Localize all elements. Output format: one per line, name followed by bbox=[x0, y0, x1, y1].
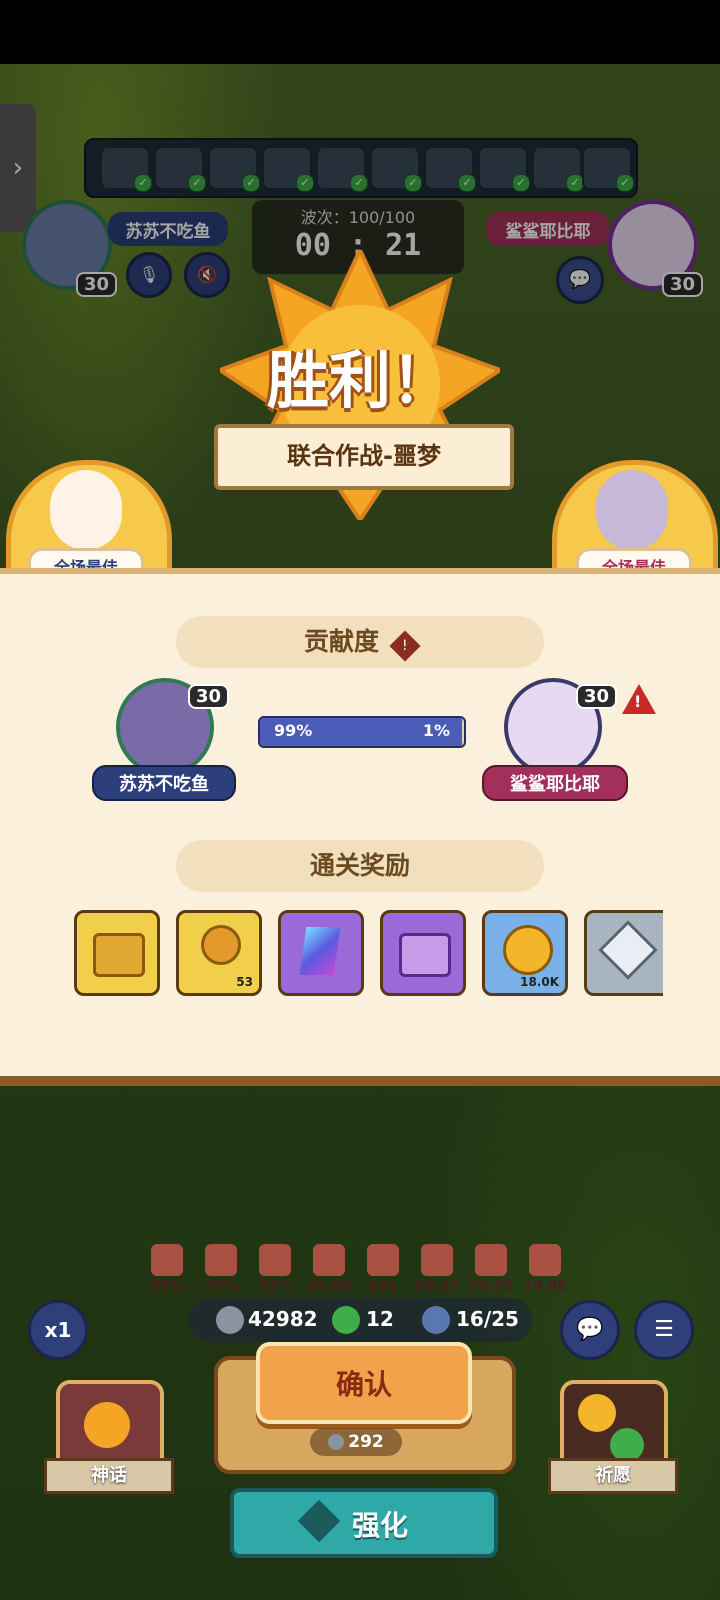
stat-value: 73.75 bbox=[469, 1278, 514, 1294]
upgrade-label: 强化 bbox=[352, 1509, 409, 1542]
reward-crystal[interactable] bbox=[278, 910, 364, 996]
contrib-left-name: 苏苏不吃鱼 bbox=[92, 765, 236, 801]
stat-value: 221 bbox=[368, 1278, 398, 1294]
reward-key[interactable]: 53 bbox=[176, 910, 262, 996]
contribution-header: 贡献度 ! bbox=[176, 616, 544, 668]
upgrade-button[interactable]: 强化 bbox=[230, 1488, 498, 1558]
stat-value: 20.62 bbox=[307, 1278, 352, 1294]
essence-icon bbox=[598, 920, 658, 980]
contribution-bar: 99% 1% bbox=[258, 716, 466, 748]
mvp-left-character bbox=[50, 470, 122, 550]
silver-count: 42982 bbox=[248, 1307, 318, 1331]
silver-coin-icon bbox=[328, 1434, 345, 1450]
reward-gold-chest[interactable] bbox=[74, 910, 160, 996]
sword-icon bbox=[367, 1244, 399, 1276]
reward-purple-chest[interactable] bbox=[380, 910, 466, 996]
confirm-button[interactable]: 确认 bbox=[256, 1342, 472, 1424]
victory-title: 胜利！ bbox=[266, 344, 453, 417]
silver-coin-icon bbox=[216, 1306, 244, 1334]
stat-value: 70% bbox=[204, 1278, 238, 1294]
target-icon bbox=[151, 1244, 183, 1276]
stat-defense: 32% bbox=[253, 1244, 297, 1294]
key-icon bbox=[201, 925, 241, 965]
reward-count: 53 bbox=[236, 975, 253, 989]
stat-value: 19.86 bbox=[523, 1278, 568, 1294]
purple-chest-icon bbox=[399, 933, 451, 977]
mode-name: 联合作战-噩梦 bbox=[287, 442, 441, 470]
contribution-left-pct: 99% bbox=[274, 721, 313, 740]
heart-icon bbox=[205, 1244, 237, 1276]
clock-icon bbox=[529, 1244, 561, 1276]
stat-attack: 221 bbox=[361, 1244, 405, 1294]
clover-icon bbox=[332, 1306, 360, 1334]
bow-icon bbox=[421, 1244, 453, 1276]
contribution-right-pct: 1% bbox=[422, 721, 450, 740]
stat-value: 39% bbox=[150, 1278, 184, 1294]
stat-value: 32% bbox=[258, 1278, 292, 1294]
stat-value: 69.15 bbox=[415, 1278, 460, 1294]
contribution-title: 贡献度 bbox=[303, 627, 379, 656]
stat-skill: 73.75 bbox=[469, 1244, 513, 1294]
coin-icon bbox=[503, 925, 553, 975]
clover-icon bbox=[610, 1428, 644, 1462]
contrib-left-level: 30 bbox=[188, 684, 230, 709]
mythic-label: 神话 bbox=[44, 1458, 174, 1494]
star-icon bbox=[475, 1244, 507, 1276]
rewards-header: 通关奖励 bbox=[176, 840, 544, 892]
summon-cost-value: 292 bbox=[348, 1432, 384, 1452]
menu-button[interactable]: ☰ bbox=[634, 1300, 694, 1360]
wish-label: 祈愿 bbox=[548, 1458, 678, 1494]
warning-diamond-icon[interactable]: ! bbox=[389, 629, 421, 662]
rewards-title: 通关奖励 bbox=[309, 851, 410, 880]
reward-count: 18.0K bbox=[520, 975, 559, 989]
mvp-right-character bbox=[596, 470, 668, 550]
reward-coin[interactable]: 18.0K bbox=[482, 910, 568, 996]
unit-count-icon bbox=[422, 1306, 450, 1334]
bolt-icon bbox=[313, 1244, 345, 1276]
stat-power: 20.62 bbox=[307, 1244, 351, 1294]
crystal-icon bbox=[299, 927, 341, 975]
speed-toggle-button[interactable]: x1 bbox=[28, 1300, 88, 1360]
stat-speed: 19.86 bbox=[523, 1244, 567, 1294]
contrib-right-level: 30 bbox=[576, 684, 618, 709]
reward-essence[interactable] bbox=[584, 910, 663, 996]
status-bar bbox=[0, 0, 720, 64]
stat-range: 69.15 bbox=[415, 1244, 459, 1294]
contrib-right-name: 鲨鲨耶比耶 bbox=[482, 765, 628, 801]
summon-cost: 292 bbox=[310, 1428, 402, 1456]
gold-chest-icon bbox=[93, 933, 145, 977]
clover-count: 12 bbox=[366, 1307, 394, 1331]
unit-count: 16/25 bbox=[456, 1307, 519, 1331]
alert-triangle-mark: ! bbox=[634, 692, 642, 711]
skull-icon bbox=[259, 1244, 291, 1276]
clover-icon bbox=[578, 1394, 616, 1432]
mythic-emblem-icon bbox=[84, 1402, 130, 1448]
stat-heal: 70% bbox=[199, 1244, 243, 1294]
chat-button[interactable]: 💬 bbox=[560, 1300, 620, 1360]
stat-crit-rate: 39% bbox=[145, 1244, 189, 1294]
upgrade-arrow-icon bbox=[297, 1499, 341, 1543]
resource-bar: 42982 12 16/25 bbox=[188, 1298, 532, 1342]
